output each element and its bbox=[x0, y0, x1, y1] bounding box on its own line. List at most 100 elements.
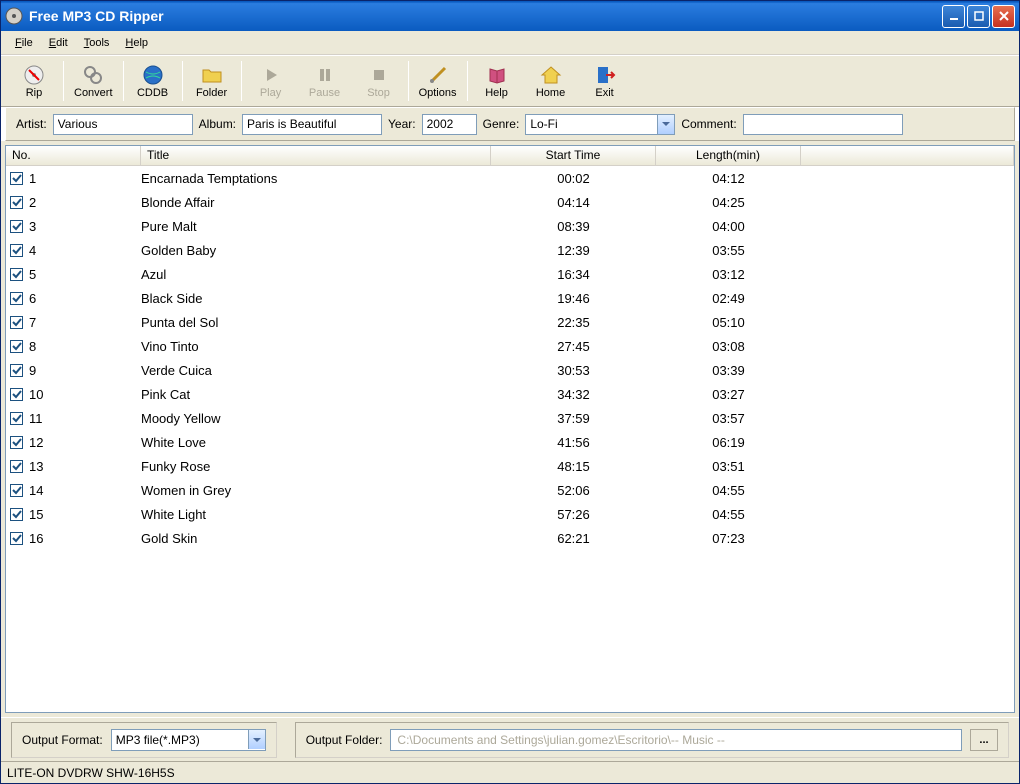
comment-input[interactable] bbox=[743, 114, 903, 135]
comment-label: Comment: bbox=[681, 117, 736, 131]
titlebar[interactable]: Free MP3 CD Ripper bbox=[1, 1, 1019, 31]
year-input[interactable] bbox=[422, 114, 477, 135]
menu-help[interactable]: Help bbox=[117, 34, 156, 52]
track-row[interactable]: 4Golden Baby12:3903:55 bbox=[6, 238, 1014, 262]
column-start[interactable]: Start Time bbox=[491, 146, 656, 165]
track-row[interactable]: 7Punta del Sol22:3505:10 bbox=[6, 310, 1014, 334]
menu-file[interactable]: File bbox=[7, 34, 41, 52]
track-checkbox[interactable] bbox=[10, 436, 23, 449]
track-start: 27:45 bbox=[491, 339, 656, 354]
chevron-down-icon bbox=[248, 730, 265, 749]
track-number: 3 bbox=[29, 219, 36, 234]
track-checkbox[interactable] bbox=[10, 244, 23, 257]
track-row[interactable]: 13Funky Rose48:1503:51 bbox=[6, 454, 1014, 478]
track-number: 6 bbox=[29, 291, 36, 306]
track-start: 16:34 bbox=[491, 267, 656, 282]
track-start: 52:06 bbox=[491, 483, 656, 498]
track-row[interactable]: 5Azul16:3403:12 bbox=[6, 262, 1014, 286]
convert-button[interactable]: Convert bbox=[66, 58, 121, 104]
track-row[interactable]: 11Moody Yellow37:5903:57 bbox=[6, 406, 1014, 430]
help-button[interactable]: Help bbox=[470, 58, 524, 104]
track-list: No. Title Start Time Length(min) 1Encarn… bbox=[5, 145, 1015, 713]
track-checkbox[interactable] bbox=[10, 460, 23, 473]
track-number: 14 bbox=[29, 483, 43, 498]
track-checkbox[interactable] bbox=[10, 268, 23, 281]
track-checkbox[interactable] bbox=[10, 220, 23, 233]
output-folder-label: Output Folder: bbox=[306, 733, 383, 747]
genre-label: Genre: bbox=[483, 117, 520, 131]
track-checkbox[interactable] bbox=[10, 196, 23, 209]
track-checkbox[interactable] bbox=[10, 388, 23, 401]
output-format-group: Output Format: MP3 file(*.MP3) bbox=[11, 722, 277, 758]
minimize-button[interactable] bbox=[942, 5, 965, 28]
play-button[interactable]: Play bbox=[244, 58, 298, 104]
track-length: 04:12 bbox=[656, 171, 801, 186]
track-row[interactable]: 6Black Side19:4602:49 bbox=[6, 286, 1014, 310]
column-blank[interactable] bbox=[801, 146, 1014, 165]
track-row[interactable]: 12White Love41:5606:19 bbox=[6, 430, 1014, 454]
track-row[interactable]: 16Gold Skin62:2107:23 bbox=[6, 526, 1014, 550]
track-start: 57:26 bbox=[491, 507, 656, 522]
column-title[interactable]: Title bbox=[141, 146, 491, 165]
track-checkbox[interactable] bbox=[10, 316, 23, 329]
track-checkbox[interactable] bbox=[10, 412, 23, 425]
home-button[interactable]: Home bbox=[524, 58, 578, 104]
stop-icon bbox=[368, 64, 390, 86]
track-row[interactable]: 14Women in Grey52:0604:55 bbox=[6, 478, 1014, 502]
track-start: 12:39 bbox=[491, 243, 656, 258]
rip-button[interactable]: Rip bbox=[7, 58, 61, 104]
column-length[interactable]: Length(min) bbox=[656, 146, 801, 165]
track-checkbox[interactable] bbox=[10, 508, 23, 521]
maximize-button[interactable] bbox=[967, 5, 990, 28]
output-format-select[interactable]: MP3 file(*.MP3) bbox=[111, 729, 266, 751]
track-start: 37:59 bbox=[491, 411, 656, 426]
track-checkbox[interactable] bbox=[10, 340, 23, 353]
pause-button[interactable]: Pause bbox=[298, 58, 352, 104]
track-row[interactable]: 1Encarnada Temptations00:0204:12 bbox=[6, 166, 1014, 190]
separator bbox=[408, 61, 409, 101]
track-row[interactable]: 2Blonde Affair04:1404:25 bbox=[6, 190, 1014, 214]
track-checkbox[interactable] bbox=[10, 292, 23, 305]
track-title: Azul bbox=[141, 267, 491, 282]
stop-button[interactable]: Stop bbox=[352, 58, 406, 104]
track-start: 00:02 bbox=[491, 171, 656, 186]
options-button[interactable]: Options bbox=[411, 58, 465, 104]
track-length: 03:39 bbox=[656, 363, 801, 378]
track-checkbox[interactable] bbox=[10, 172, 23, 185]
track-row[interactable]: 10Pink Cat34:3203:27 bbox=[6, 382, 1014, 406]
track-length: 03:08 bbox=[656, 339, 801, 354]
pause-icon bbox=[314, 64, 336, 86]
browse-button[interactable]: ... bbox=[970, 729, 998, 751]
album-input[interactable] bbox=[242, 114, 382, 135]
track-row[interactable]: 8Vino Tinto27:4503:08 bbox=[6, 334, 1014, 358]
track-start: 48:15 bbox=[491, 459, 656, 474]
menu-edit[interactable]: Edit bbox=[41, 34, 76, 52]
track-length: 03:27 bbox=[656, 387, 801, 402]
track-row[interactable]: 15White Light57:2604:55 bbox=[6, 502, 1014, 526]
column-no[interactable]: No. bbox=[6, 146, 141, 165]
genre-select[interactable]: Lo-Fi bbox=[525, 114, 675, 135]
track-rows[interactable]: 1Encarnada Temptations00:0204:122Blonde … bbox=[6, 166, 1014, 712]
track-title: Gold Skin bbox=[141, 531, 491, 546]
track-checkbox[interactable] bbox=[10, 364, 23, 377]
artist-input[interactable] bbox=[53, 114, 193, 135]
track-start: 30:53 bbox=[491, 363, 656, 378]
folder-button[interactable]: Folder bbox=[185, 58, 239, 104]
track-checkbox[interactable] bbox=[10, 532, 23, 545]
track-number: 2 bbox=[29, 195, 36, 210]
track-start: 41:56 bbox=[491, 435, 656, 450]
cddb-button[interactable]: CDDB bbox=[126, 58, 180, 104]
track-title: Punta del Sol bbox=[141, 315, 491, 330]
output-folder-input[interactable] bbox=[390, 729, 962, 751]
track-length: 03:51 bbox=[656, 459, 801, 474]
close-button[interactable] bbox=[992, 5, 1015, 28]
track-checkbox[interactable] bbox=[10, 484, 23, 497]
track-length: 05:10 bbox=[656, 315, 801, 330]
menu-tools[interactable]: Tools bbox=[76, 34, 118, 52]
exit-icon bbox=[594, 64, 616, 86]
exit-button[interactable]: Exit bbox=[578, 58, 632, 104]
track-length: 04:55 bbox=[656, 483, 801, 498]
track-number: 1 bbox=[29, 171, 36, 186]
track-row[interactable]: 9Verde Cuica30:5303:39 bbox=[6, 358, 1014, 382]
track-row[interactable]: 3Pure Malt08:3904:00 bbox=[6, 214, 1014, 238]
